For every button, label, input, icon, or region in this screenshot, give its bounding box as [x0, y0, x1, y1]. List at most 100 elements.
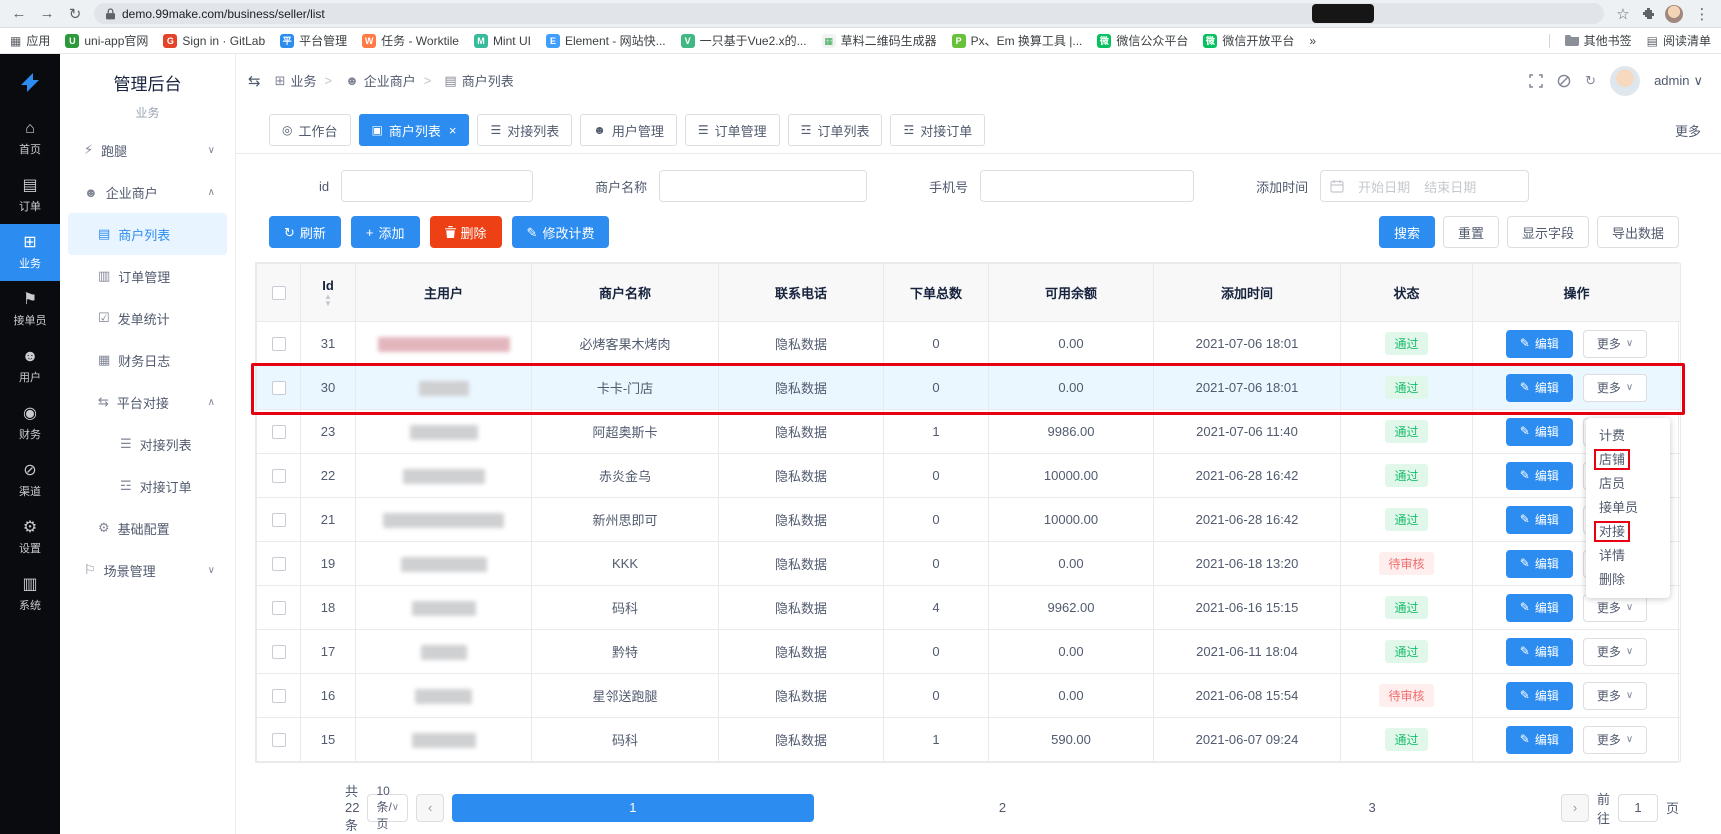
- id-input[interactable]: [341, 170, 533, 202]
- refresh-button[interactable]: ↻ 刷新: [269, 216, 341, 248]
- select-all-checkbox[interactable]: [272, 286, 286, 300]
- breadcrumb-item[interactable]: > ⊞ 业务: [275, 71, 317, 90]
- rail-nav-item[interactable]: ⊞ 业务: [0, 224, 60, 281]
- rail-nav-item[interactable]: ⚙ 设置: [0, 509, 60, 566]
- row-checkbox[interactable]: [272, 733, 286, 747]
- sidebar-menu-item[interactable]: ⇆ 平台对接 ∧: [68, 381, 227, 423]
- page-number-button[interactable]: 2: [822, 794, 1184, 822]
- page-tab[interactable]: ☰ 订单管理 ×: [685, 114, 780, 146]
- prev-page-button[interactable]: ‹: [416, 794, 444, 822]
- edit-button[interactable]: ✎ 编辑: [1506, 462, 1573, 490]
- tab-close-icon[interactable]: ×: [449, 123, 457, 138]
- rail-nav-item[interactable]: ▥ 系统: [0, 566, 60, 623]
- sidebar-menu-item[interactable]: ☑ 发单统计: [68, 297, 227, 339]
- refresh-page-icon[interactable]: ↻: [1585, 73, 1596, 89]
- bookmark-star-icon[interactable]: ☆: [1614, 5, 1632, 23]
- search-button[interactable]: 搜索: [1379, 216, 1435, 248]
- row-checkbox[interactable]: [272, 381, 286, 395]
- rail-nav-item[interactable]: ◉ 财务: [0, 395, 60, 452]
- edit-button[interactable]: ✎ 编辑: [1506, 374, 1573, 402]
- sidebar-menu-item[interactable]: ▥ 订单管理: [68, 255, 227, 297]
- reset-button[interactable]: 重置: [1443, 216, 1499, 248]
- bookmark-item[interactable]: P Px、Em 换算工具 |...: [952, 32, 1083, 49]
- admin-menu[interactable]: admin ∨: [1654, 73, 1703, 89]
- edit-button[interactable]: ✎ 编辑: [1506, 330, 1573, 358]
- rail-nav-item[interactable]: ⊘ 渠道: [0, 452, 60, 509]
- row-checkbox[interactable]: [272, 337, 286, 351]
- rail-nav-item[interactable]: ☻ 用户: [0, 338, 60, 395]
- page-number-button[interactable]: 1: [452, 794, 814, 822]
- breadcrumb-item[interactable]: > ▤ 商户列表: [416, 71, 514, 90]
- page-tab[interactable]: ▣ 商户列表 ×: [359, 114, 470, 146]
- table-row[interactable]: 21 新州思即可 隐私数据 0 10000.00 2021-06-28 16:4…: [257, 498, 1681, 542]
- sidebar-menu-item[interactable]: ☲ 对接订单: [68, 465, 227, 507]
- rail-nav-item[interactable]: ⚑ 接单员: [0, 281, 60, 338]
- bookmark-item[interactable]: W 任务 - Worktile: [362, 32, 459, 49]
- more-button[interactable]: 更多 ∨: [1583, 638, 1647, 666]
- table-row[interactable]: 16 星邻送跑腿 隐私数据 0 0.00 2021-06-08 15:54 待审…: [257, 674, 1681, 718]
- dropdown-menu-item[interactable]: 接单员: [1586, 496, 1670, 520]
- tabbar-more-button[interactable]: 更多: [1675, 121, 1701, 140]
- other-bookmarks-folder[interactable]: 其他书签: [1565, 32, 1632, 49]
- delete-button[interactable]: 删除: [430, 216, 502, 248]
- page-tab[interactable]: ☲ 对接订单 ×: [890, 114, 985, 146]
- row-checkbox[interactable]: [272, 425, 286, 439]
- sidebar-menu-item[interactable]: ☰ 对接列表: [68, 423, 227, 465]
- address-bar[interactable]: demo.99make.com/business/seller/list: [94, 3, 1604, 24]
- edit-button[interactable]: ✎ 编辑: [1506, 506, 1573, 534]
- dropdown-menu-item[interactable]: 详情: [1586, 544, 1670, 568]
- table-row[interactable]: 18 码科 隐私数据 4 9962.00 2021-06-16 15:15 通过: [257, 586, 1681, 630]
- table-row[interactable]: 30 卡卡-门店 隐私数据 0 0.00 2021-07-06 18:01 通过: [257, 366, 1681, 410]
- sidebar-menu-item[interactable]: ▦ 财务日志: [68, 339, 227, 381]
- rail-nav-item[interactable]: ⌂ 首页: [0, 110, 60, 167]
- table-row[interactable]: 22 赤炎金乌 隐私数据 0 10000.00 2021-06-28 16:42…: [257, 454, 1681, 498]
- row-checkbox[interactable]: [272, 469, 286, 483]
- row-checkbox[interactable]: [272, 513, 286, 527]
- show-fields-button[interactable]: 显示字段: [1507, 216, 1589, 248]
- sidebar-menu-item[interactable]: ⚙ 基础配置: [68, 507, 227, 549]
- apps-shortcut[interactable]: ▦ 应用: [10, 32, 50, 49]
- back-icon[interactable]: ←: [10, 5, 28, 22]
- row-checkbox[interactable]: [272, 645, 286, 659]
- table-row[interactable]: 15 码科 隐私数据 1 590.00 2021-06-07 09:24 通过: [257, 718, 1681, 762]
- dropdown-menu-item[interactable]: 计费: [1586, 424, 1670, 448]
- edit-button[interactable]: ✎ 编辑: [1506, 682, 1573, 710]
- browser-menu-icon[interactable]: ⋮: [1693, 5, 1711, 23]
- edit-button[interactable]: ✎ 编辑: [1506, 726, 1573, 754]
- row-checkbox[interactable]: [272, 557, 286, 571]
- table-row[interactable]: 19 KKK 隐私数据 0 0.00 2021-06-18 13:20 待审核: [257, 542, 1681, 586]
- phone-input[interactable]: [980, 170, 1194, 202]
- more-button[interactable]: 更多 ∨: [1583, 330, 1647, 358]
- page-tab[interactable]: ☲ 订单列表 ×: [788, 114, 883, 146]
- table-row[interactable]: 23 阿超奥斯卡 隐私数据 1 9986.00 2021-07-06 11:40…: [257, 410, 1681, 454]
- reload-icon[interactable]: ↻: [66, 5, 84, 23]
- dropdown-menu-item[interactable]: 店铺: [1586, 448, 1670, 472]
- dropdown-menu-item[interactable]: 对接: [1586, 520, 1670, 544]
- extensions-icon[interactable]: [1642, 7, 1655, 20]
- bookmark-item[interactable]: U uni-app官网: [65, 32, 148, 49]
- more-button[interactable]: 更多 ∨: [1583, 374, 1647, 402]
- bookmark-item[interactable]: ▦ 草料二维码生成器: [822, 32, 937, 49]
- rail-nav-item[interactable]: ▤ 订单: [0, 167, 60, 224]
- admin-avatar[interactable]: [1610, 66, 1640, 96]
- table-row[interactable]: 31 必烤客果木烤肉 隐私数据 0 0.00 2021-07-06 18:01 …: [257, 322, 1681, 366]
- export-data-button[interactable]: 导出数据: [1597, 216, 1679, 248]
- bookmark-item[interactable]: V 一只基于Vue2.x的...: [681, 32, 807, 49]
- browser-profile-avatar[interactable]: [1665, 5, 1683, 23]
- col-id[interactable]: Id ▲▼: [301, 264, 356, 322]
- bookmark-item[interactable]: G Sign in · GitLab: [163, 34, 265, 48]
- next-page-button[interactable]: ›: [1561, 794, 1589, 822]
- date-range-input[interactable]: 开始日期 结束日期: [1320, 170, 1529, 202]
- forward-icon[interactable]: →: [38, 5, 56, 22]
- bookmark-item[interactable]: 微 微信开放平台: [1203, 32, 1294, 49]
- edit-button[interactable]: ✎ 编辑: [1506, 418, 1573, 446]
- row-checkbox[interactable]: [272, 689, 286, 703]
- page-tab[interactable]: ◎ 工作台 ×: [269, 114, 351, 146]
- more-button[interactable]: 更多 ∨: [1583, 682, 1647, 710]
- lock-screen-icon[interactable]: [1557, 74, 1571, 88]
- bookmark-item[interactable]: 平 平台管理: [280, 32, 347, 49]
- fullscreen-icon[interactable]: [1529, 74, 1543, 88]
- bookmarks-overflow-button[interactable]: »: [1309, 34, 1316, 48]
- add-button[interactable]: + 添加: [351, 216, 420, 248]
- row-checkbox[interactable]: [272, 601, 286, 615]
